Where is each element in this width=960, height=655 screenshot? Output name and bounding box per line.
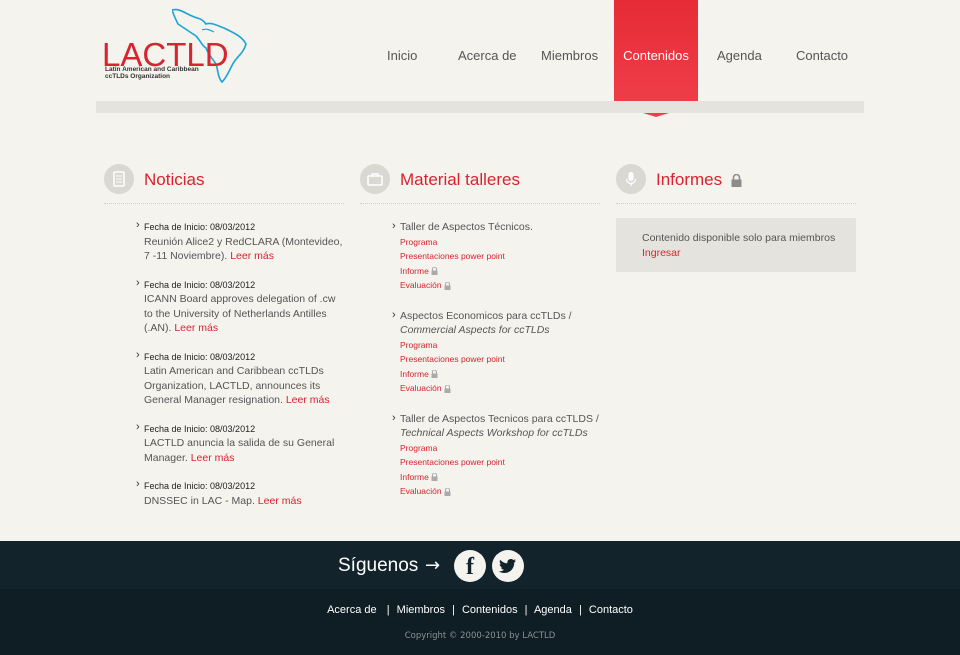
informe-label: Informe	[400, 265, 429, 276]
lock-icon	[431, 267, 438, 276]
news-date: Fecha de Inicio: 08/03/2012	[136, 218, 344, 235]
material-header: Material talleres	[360, 162, 600, 204]
nav-item-contenidos[interactable]: Contenidos	[614, 0, 698, 117]
workshop-subtitle: Commercial Aspects for ccTLDs	[400, 324, 550, 336]
footer-link-miembros[interactable]: Miembros	[397, 604, 445, 616]
read-more-link[interactable]: Leer más	[174, 322, 218, 334]
workshop-item: Aspectos Economicos para ccTLDs / Commer…	[400, 309, 600, 396]
read-more-link[interactable]: Leer más	[286, 394, 330, 406]
footer-link-contenidos[interactable]: Contenidos	[462, 604, 518, 616]
programa-link[interactable]: Programa	[400, 441, 600, 456]
presentaciones-link[interactable]: Presentaciones power point	[400, 455, 600, 470]
informe-label: Informe	[400, 471, 429, 482]
informe-label: Informe	[400, 368, 429, 379]
header-divider-bar	[96, 101, 864, 113]
evaluacion-link[interactable]: Evaluación	[400, 484, 600, 499]
lock-icon	[431, 473, 438, 482]
twitter-icon[interactable]	[492, 550, 524, 582]
programa-link[interactable]: Programa	[400, 338, 600, 353]
workshop-title: Taller de Aspectos Técnicos.	[400, 220, 600, 235]
lock-icon	[431, 370, 438, 379]
news-date: Fecha de Inicio: 08/03/2012	[136, 348, 344, 365]
evaluacion-label: Evaluación	[400, 383, 442, 393]
read-more-link[interactable]: Leer más	[258, 495, 302, 507]
lock-icon	[444, 487, 451, 496]
nav-item-acerca-de[interactable]: Acerca de	[458, 48, 517, 63]
workshop-item: Taller de Aspectos Tecnicos para ccTLDS …	[400, 412, 600, 499]
microphone-icon	[616, 164, 646, 194]
read-more-link[interactable]: Leer más	[191, 452, 235, 464]
footer-separator: |	[383, 604, 390, 616]
noticias-header: Noticias	[104, 162, 344, 204]
informes-column: Informes Contenido disponible solo para …	[616, 162, 856, 272]
news-date: Fecha de Inicio: 08/03/2012	[136, 420, 344, 437]
follow-us-label: Síguenos	[338, 555, 419, 576]
workshop-subtitle: Technical Aspects Workshop for ccTLDs	[400, 427, 588, 439]
material-talleres-column: Material talleres Taller de Aspectos Téc…	[360, 162, 600, 515]
lock-icon	[444, 281, 451, 290]
noticias-column: Noticias Fecha de Inicio: 08/03/2012 Reu…	[104, 162, 344, 522]
footer-separator: |	[578, 604, 582, 616]
footer-nav: Acerca de | Miembros | Contenidos | Agen…	[0, 604, 960, 616]
news-item: Fecha de Inicio: 08/03/2012 DNSSEC in LA…	[136, 477, 344, 508]
noticias-title: Noticias	[144, 170, 205, 189]
programa-link[interactable]: Programa	[400, 235, 600, 250]
nav-item-miembros[interactable]: Miembros	[541, 48, 598, 63]
logo-tagline-line-2: ccTLDs Organization	[105, 73, 171, 80]
nav-item-agenda[interactable]: Agenda	[717, 48, 762, 63]
news-item: Fecha de Inicio: 08/03/2012 LACTLD anunc…	[136, 420, 344, 466]
material-list: Taller de Aspectos Técnicos. Programa Pr…	[360, 204, 600, 499]
news-item: Fecha de Inicio: 08/03/2012 Reunión Alic…	[136, 218, 344, 264]
news-item: Fecha de Inicio: 08/03/2012 ICANN Board …	[136, 276, 344, 336]
social-bar: Síguenos → f	[0, 541, 960, 589]
news-date: Fecha de Inicio: 08/03/2012	[136, 276, 344, 293]
footer-link-acerca-de[interactable]: Acerca de	[327, 604, 377, 616]
facebook-icon[interactable]: f	[454, 550, 486, 582]
news-date: Fecha de Inicio: 08/03/2012	[136, 477, 344, 494]
lock-icon	[731, 174, 742, 188]
informes-title: Informes	[656, 170, 723, 189]
footer-separator: |	[452, 604, 455, 616]
copyright-text: Copyright © 2000-2010 by LACTLD	[404, 631, 556, 641]
nav-item-contacto[interactable]: Contacto	[796, 48, 848, 63]
document-icon	[104, 164, 134, 194]
presentaciones-link[interactable]: Presentaciones power point	[400, 352, 600, 367]
members-only-message: Contenido disponible solo para miembros	[642, 232, 836, 244]
presentaciones-link[interactable]: Presentaciones power point	[400, 249, 600, 264]
footer-separator: |	[524, 604, 528, 616]
evaluacion-label: Evaluación	[400, 486, 442, 496]
footer-link-contacto[interactable]: Contacto	[589, 604, 633, 616]
site-logo[interactable]: LACTLD Latin American and Caribbean ccTL…	[102, 6, 252, 86]
informes-title-row: Informes	[656, 170, 742, 190]
informe-link[interactable]: Informe	[400, 367, 600, 382]
workshop-title: Aspectos Economicos para ccTLDs /	[400, 309, 600, 324]
login-link[interactable]: Ingresar	[642, 246, 856, 261]
news-list: Fecha de Inicio: 08/03/2012 Reunión Alic…	[104, 204, 344, 508]
workshop-item: Taller de Aspectos Técnicos. Programa Pr…	[400, 220, 600, 293]
read-more-link[interactable]: Leer más	[230, 250, 274, 262]
briefcase-icon	[360, 164, 390, 194]
nav-item-inicio[interactable]: Inicio	[387, 48, 417, 63]
informe-link[interactable]: Informe	[400, 264, 600, 279]
evaluacion-link[interactable]: Evaluación	[400, 381, 600, 396]
workshop-title: Taller de Aspectos Tecnicos para ccTLDS …	[400, 412, 600, 427]
nav-item-contenidos-label: Contenidos	[623, 48, 689, 63]
footer: Acerca de | Miembros | Contenidos | Agen…	[0, 589, 960, 655]
logo-tagline-line-1: Latin American and Caribbean	[105, 66, 199, 73]
evaluacion-link[interactable]: Evaluación	[400, 278, 600, 293]
evaluacion-label: Evaluación	[400, 280, 442, 290]
news-item: Fecha de Inicio: 08/03/2012 Latin Americ…	[136, 348, 344, 408]
news-text: ICANN Board approves delegation of .cw t…	[144, 293, 336, 334]
informe-link[interactable]: Informe	[400, 470, 600, 485]
informes-header: Informes	[616, 162, 856, 204]
lock-icon	[444, 384, 451, 393]
footer-link-agenda[interactable]: Agenda	[534, 604, 572, 616]
news-text: LACTLD anuncia la salida de su General M…	[144, 437, 335, 464]
material-title: Material talleres	[400, 170, 520, 189]
arrow-right-icon: →	[425, 555, 441, 576]
logo-tagline: Latin American and Caribbean ccTLDs Orga…	[105, 66, 245, 80]
members-only-notice: Contenido disponible solo para miembros …	[616, 218, 856, 272]
news-text: DNSSEC in LAC - Map.	[144, 494, 255, 507]
